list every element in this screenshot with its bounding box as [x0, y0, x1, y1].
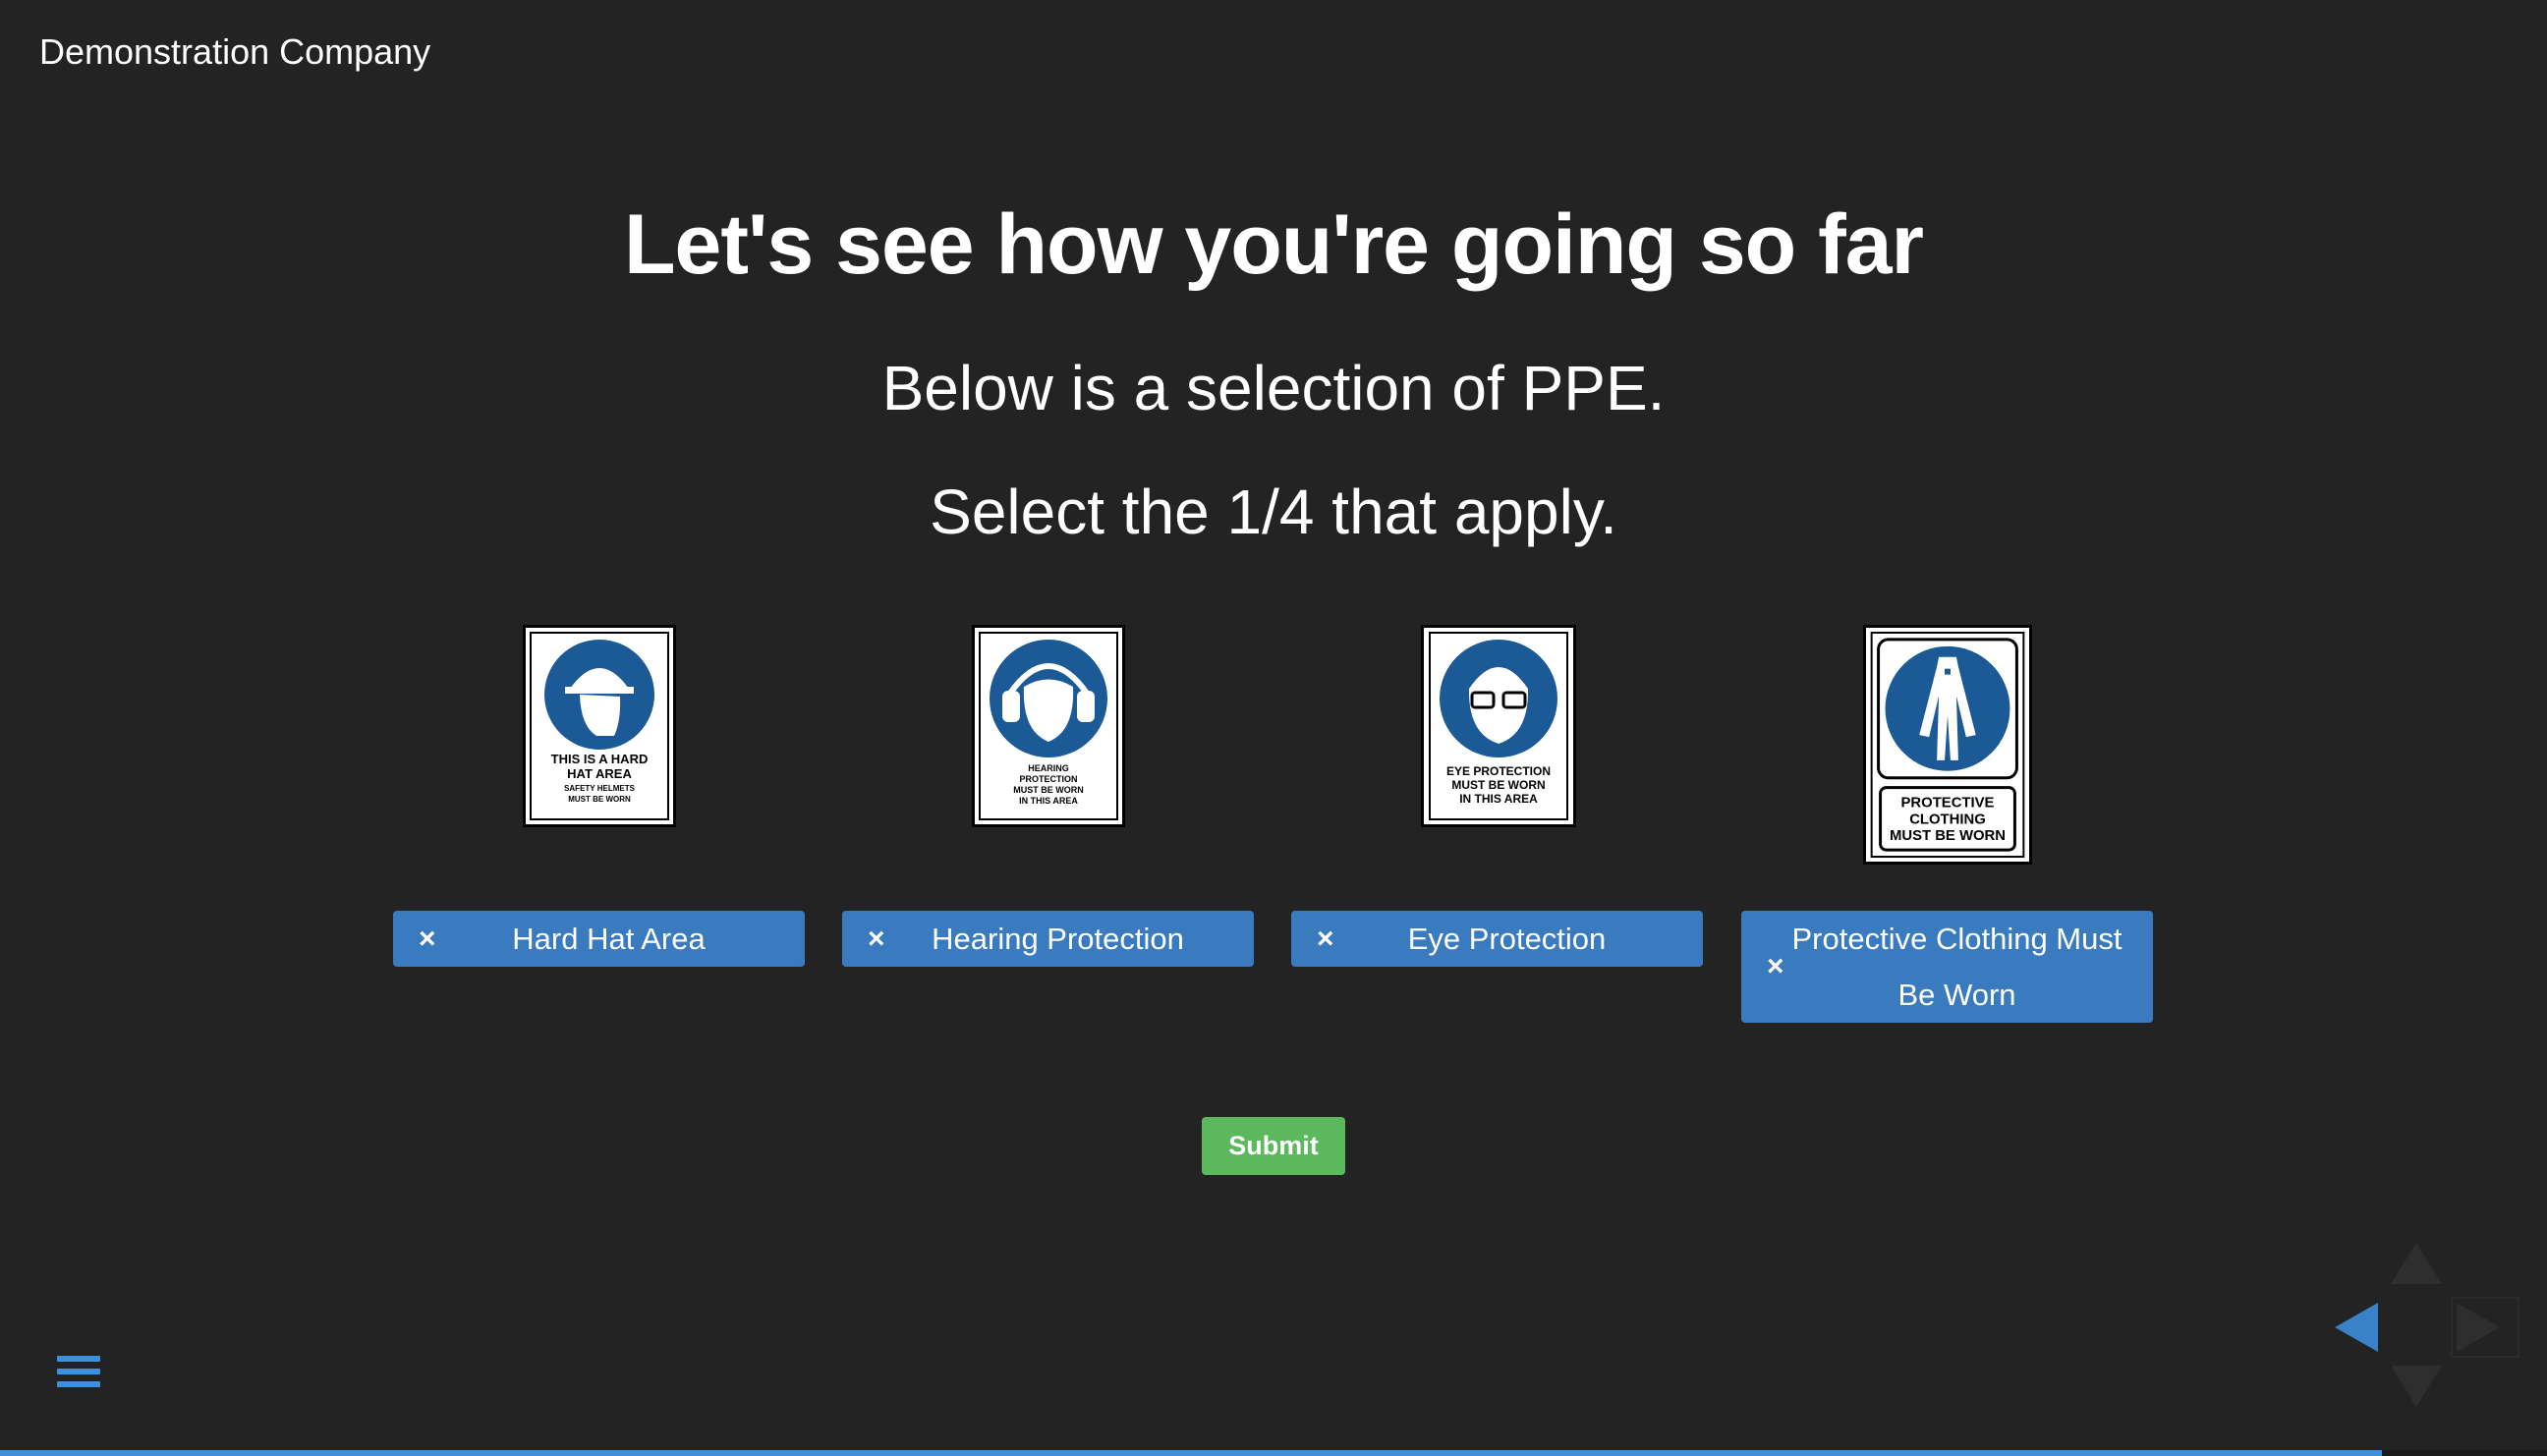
nav-down-arrow-icon[interactable]	[2391, 1366, 2442, 1407]
sign-text: CLOTHING	[1909, 812, 1986, 827]
hard-hat-sign-icon: THIS IS A HARD HAT AREA SAFETY HELMETS M…	[523, 625, 676, 827]
close-icon[interactable]: ×	[1317, 923, 1334, 956]
sign-text: MUST BE WORN	[1890, 828, 2006, 844]
sign-text: MUST BE WORN	[568, 795, 631, 804]
submit-button[interactable]: Submit	[1202, 1117, 1345, 1175]
option-label: Protective Clothing Must Be Worn	[1791, 922, 2122, 1012]
sign-text: PROTECTIVE	[1901, 795, 1995, 811]
hearing-protection-sign-icon: HEARING PROTECTION MUST BE WORN IN THIS …	[972, 625, 1125, 827]
option-label: Eye Protection	[1407, 922, 1607, 956]
sign-text: MUST BE WORN	[1451, 778, 1545, 792]
sign-text: MUST BE WORN	[1013, 785, 1084, 795]
eye-protection-sign-icon: EYE PROTECTION MUST BE WORN IN THIS AREA	[1421, 625, 1576, 827]
protective-clothing-sign-icon: PROTECTIVE CLOTHING MUST BE WORN	[1863, 625, 2032, 865]
page: Demonstration Company Let's see how you'…	[0, 0, 2547, 1456]
progress-bar	[0, 1450, 2547, 1456]
nav-previous-arrow-icon[interactable]	[2335, 1303, 2378, 1352]
option-label: Hard Hat Area	[512, 922, 706, 956]
option-label: Hearing Protection	[932, 922, 1184, 956]
sign-text: THIS IS A HARD	[551, 752, 649, 766]
progress-bar-fill	[0, 1450, 2382, 1456]
instruction-line-1: Below is a selection of PPE.	[881, 353, 1666, 423]
sign-text: EYE PROTECTION	[1446, 764, 1551, 778]
option-hearing-protection[interactable]: × Hearing Protection	[842, 911, 1254, 967]
sign-text: IN THIS AREA	[1459, 792, 1538, 806]
sign-text: PROTECTION	[1019, 774, 1077, 784]
close-icon[interactable]: ×	[1767, 950, 1784, 983]
close-icon[interactable]: ×	[419, 923, 436, 956]
sign-text: HAT AREA	[567, 766, 632, 781]
instruction-line-2: Select the 1/4 that apply.	[930, 476, 1617, 547]
nav-next-arrow-icon[interactable]	[2457, 1303, 2500, 1352]
page-title: Let's see how you're going so far	[623, 197, 1924, 292]
option-eye-protection[interactable]: × Eye Protection	[1291, 911, 1703, 967]
close-icon[interactable]: ×	[868, 923, 885, 956]
sign-text: IN THIS AREA	[1019, 796, 1078, 806]
hamburger-menu-icon[interactable]	[57, 1356, 100, 1393]
nav-up-arrow-icon[interactable]	[2391, 1243, 2442, 1284]
company-name: Demonstration Company	[39, 31, 431, 72]
option-protective-clothing[interactable]: × Protective Clothing Must Be Worn	[1741, 911, 2153, 1023]
sign-text: HEARING	[1028, 763, 1069, 773]
option-hard-hat-area[interactable]: × Hard Hat Area	[393, 911, 805, 967]
sign-text: SAFETY HELMETS	[564, 784, 636, 793]
